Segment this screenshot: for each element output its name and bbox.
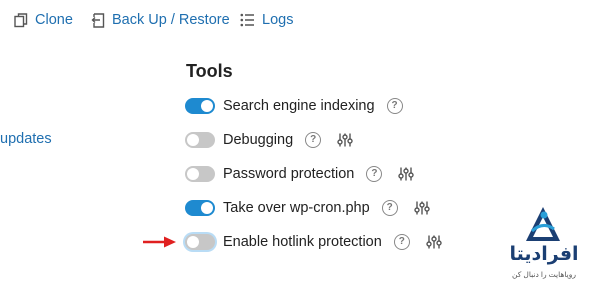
sliders-icon[interactable] (337, 132, 353, 148)
debugging-label[interactable]: Debugging (223, 132, 293, 148)
hotlink-protection-label[interactable]: Enable hotlink protection (223, 234, 382, 250)
take-over-wp-cron-toggle[interactable] (185, 200, 215, 216)
sliders-icon[interactable] (426, 234, 442, 250)
search-engine-indexing-toggle[interactable] (185, 98, 215, 114)
sliders-icon[interactable] (398, 166, 415, 182)
search-engine-indexing-label[interactable]: Search engine indexing (223, 98, 375, 114)
backup-restore-link[interactable]: Back Up / Restore (91, 12, 230, 28)
backup-restore-label: Back Up / Restore (112, 12, 230, 28)
tool-row-hotlink-protection: Enable hotlink protection ? (185, 231, 442, 253)
toggle-knob (201, 100, 213, 112)
logs-link[interactable]: Logs (240, 12, 293, 28)
backup-restore-icon (91, 12, 105, 28)
tools-section-title: Tools (186, 61, 233, 81)
help-icon[interactable]: ? (305, 132, 322, 148)
password-protection-toggle[interactable] (185, 166, 215, 182)
hotlink-protection-toggle[interactable] (185, 234, 215, 250)
watermark-logo: افرادیتا رویاهایت را دنبال کن (494, 205, 594, 285)
tool-row-take-over-wp-cron: Take over wp-cron.php ? (185, 197, 430, 219)
clone-link[interactable]: Clone (14, 12, 73, 28)
help-icon[interactable]: ? (393, 234, 410, 250)
brand-logo-icon (526, 207, 560, 241)
logs-icon (240, 13, 254, 27)
clone-icon (14, 12, 28, 27)
tool-row-search-engine-indexing: Search engine indexing ? (185, 95, 403, 117)
help-icon[interactable]: ? (386, 98, 403, 114)
sliders-icon[interactable] (413, 200, 430, 216)
toggle-knob (201, 202, 213, 214)
logs-label: Logs (262, 12, 294, 28)
annotation-arrow-icon (143, 236, 176, 248)
clone-label: Clone (35, 12, 73, 28)
tool-row-password-protection: Password protection ? (185, 163, 415, 185)
help-icon[interactable]: ? (381, 200, 398, 216)
password-protection-label[interactable]: Password protection (223, 166, 354, 182)
brand-name: افرادیتا (509, 244, 579, 265)
brand-tagline: رویاهایت را دنبال کن (512, 270, 576, 279)
help-icon[interactable]: ? (366, 166, 383, 182)
debugging-toggle[interactable] (185, 132, 215, 148)
updates-link[interactable]: updates (0, 131, 52, 147)
toggle-knob (187, 236, 199, 248)
take-over-wp-cron-label[interactable]: Take over wp-cron.php (223, 200, 370, 216)
toggle-knob (187, 134, 199, 146)
tool-row-debugging: Debugging ? (185, 129, 353, 151)
toggle-knob (187, 168, 199, 180)
